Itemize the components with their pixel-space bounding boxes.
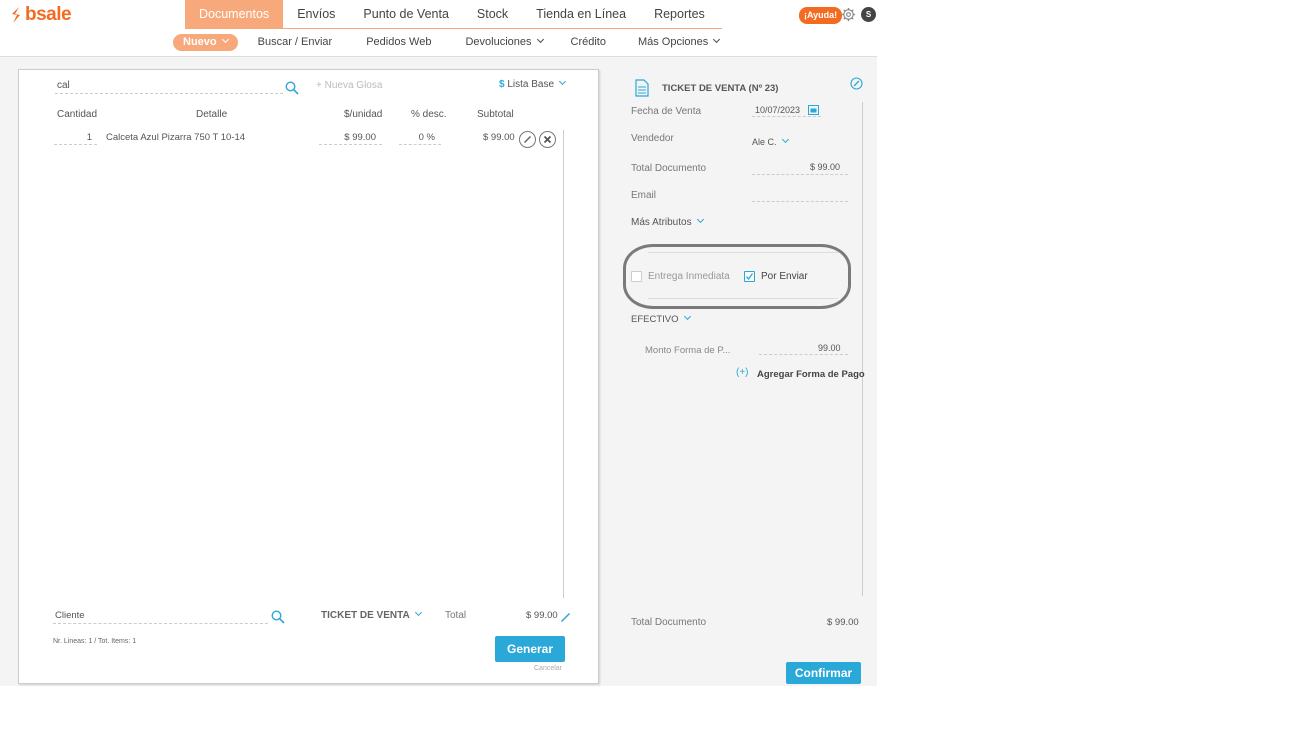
submenu-nuevo-label: Nuevo <box>183 36 217 48</box>
document-type-label: TICKET DE VENTA <box>321 610 410 621</box>
forma-pago-label: EFECTIVO <box>631 314 679 325</box>
price-list-label: Lista Base <box>507 79 555 90</box>
document-editor-card: cal + Nueva Glosa $ Lista Base Cantidad … <box>18 69 599 684</box>
monto-forma-pago-label: Monto Forma de P... <box>645 345 731 356</box>
col-detalle: Detalle <box>196 109 228 120</box>
pencil-icon <box>523 135 532 144</box>
col-cantidad: Cantidad <box>57 109 98 120</box>
right-panel-scrollbar[interactable] <box>862 102 863 596</box>
main-menu: Documentos Envíos Punto de Venta Stock T… <box>185 0 719 28</box>
row-subtotal: $ 99.00 <box>483 132 515 143</box>
calendar-icon[interactable] <box>808 104 819 115</box>
menu-envios[interactable]: Envíos <box>283 0 349 28</box>
submenu-nuevo[interactable]: Nuevo <box>173 34 238 51</box>
dollar-icon: $ <box>499 79 505 90</box>
submenu-devoluciones[interactable]: Devoluciones <box>455 34 552 51</box>
generar-button[interactable]: Generar <box>495 636 565 662</box>
menu-tienda-en-linea[interactable]: Tienda en Línea <box>522 0 640 28</box>
total-label: Total <box>445 610 467 621</box>
mas-atributos-toggle[interactable]: Más Atributos <box>631 215 704 228</box>
col-desc: % desc. <box>411 109 447 120</box>
document-title: TICKET DE VENTA (Nº 23) <box>662 83 779 94</box>
total-value: $ 99.00 <box>526 610 558 621</box>
row-detalle: Calceta Azul Pizarra 750 T 10-14 <box>106 132 246 143</box>
submenu-pedidos-web[interactable]: Pedidos Web <box>356 34 441 51</box>
chevron-down-icon <box>683 312 691 321</box>
monto-forma-pago-value: 99.00 <box>818 343 841 353</box>
brand-name: bsale <box>25 4 72 25</box>
delete-row-button[interactable] <box>539 131 556 148</box>
paperclip-icon[interactable] <box>850 77 863 90</box>
mas-atributos-label: Más Atributos <box>631 217 692 228</box>
search-icon[interactable] <box>271 610 285 624</box>
gear-icon[interactable] <box>841 7 856 22</box>
add-circle-icon[interactable]: (+) <box>736 367 749 378</box>
menu-documentos[interactable]: Documentos <box>185 0 284 28</box>
help-button[interactable]: ¡Ayuda! <box>799 7 843 24</box>
highlight-annotation <box>623 244 851 309</box>
line-count: Nr. Lineas: 1 / Tot. Items: 1 <box>53 638 137 645</box>
price-list-selector[interactable]: $ Lista Base <box>499 77 567 90</box>
menu-punto-de-venta[interactable]: Punto de Venta <box>349 0 463 28</box>
vendedor-selector[interactable]: Ale C. <box>752 135 789 147</box>
chevron-down-icon <box>781 135 789 144</box>
chevron-down-icon <box>414 608 422 617</box>
document-icon <box>635 79 649 97</box>
app-root: bsale Documentos Envíos Punto de Venta S… <box>0 0 877 686</box>
footer-total-label: Total Documento <box>631 617 707 628</box>
total-documento-value: $ 99.00 <box>810 162 841 172</box>
row-desc-input[interactable]: 0 % <box>399 130 441 145</box>
search-icon[interactable] <box>285 81 299 95</box>
confirmar-button[interactable]: Confirmar <box>786 662 861 684</box>
chevron-down-icon <box>221 35 229 44</box>
top-navigation: bsale Documentos Envíos Punto de Venta S… <box>0 0 877 57</box>
col-subtotal: Subtotal <box>477 109 514 120</box>
sub-menu: Nuevo Buscar / Enviar Pedidos Web Devolu… <box>162 29 722 56</box>
vendedor-value: Ale C. <box>752 137 777 147</box>
fecha-venta-label: Fecha de Venta <box>631 106 702 117</box>
forma-pago-selector[interactable]: EFECTIVO <box>631 312 691 325</box>
cliente-input[interactable]: Cliente <box>53 608 268 624</box>
submenu-credito[interactable]: Crédito <box>561 34 616 51</box>
cancelar-link[interactable]: Cancelar <box>534 665 562 672</box>
chevron-down-icon <box>713 35 721 44</box>
row-cantidad-input[interactable]: 1 <box>54 130 97 145</box>
col-unidad: $/unidad <box>344 109 383 120</box>
row-unidad-input[interactable]: $ 99.00 <box>319 130 382 145</box>
document-type-selector[interactable]: TICKET DE VENTA <box>321 608 422 621</box>
submenu-mas-opciones-label: Más Opciones <box>637 36 709 48</box>
email-input[interactable] <box>752 188 848 202</box>
bsale-logo-icon <box>12 7 20 23</box>
submenu-devoluciones-label: Devoluciones <box>465 36 532 48</box>
edit-row-button[interactable] <box>519 131 536 148</box>
chevron-down-icon <box>696 215 704 224</box>
agregar-forma-pago-link[interactable]: Agregar Forma de Pago <box>757 369 865 380</box>
chevron-down-icon <box>536 35 544 44</box>
scrollbar-track[interactable] <box>563 130 564 598</box>
vendedor-label: Vendedor <box>631 133 674 144</box>
submenu-buscar-enviar[interactable]: Buscar / Enviar <box>248 34 343 51</box>
pencil-icon[interactable] <box>560 612 571 623</box>
submenu-mas-opciones[interactable]: Más Opciones <box>628 34 729 51</box>
nueva-glosa-button[interactable]: + Nueva Glosa <box>316 80 382 91</box>
chevron-down-icon <box>559 77 567 86</box>
product-search-input[interactable]: cal <box>55 78 283 94</box>
menu-stock[interactable]: Stock <box>463 0 522 28</box>
bsale-logo[interactable]: bsale <box>10 4 72 26</box>
total-documento-label: Total Documento <box>631 163 707 174</box>
footer-total-value: $ 99.00 <box>827 617 859 628</box>
close-icon <box>543 135 552 144</box>
email-label: Email <box>631 190 657 201</box>
menu-reportes[interactable]: Reportes <box>640 0 719 28</box>
user-avatar[interactable]: S <box>861 7 876 22</box>
